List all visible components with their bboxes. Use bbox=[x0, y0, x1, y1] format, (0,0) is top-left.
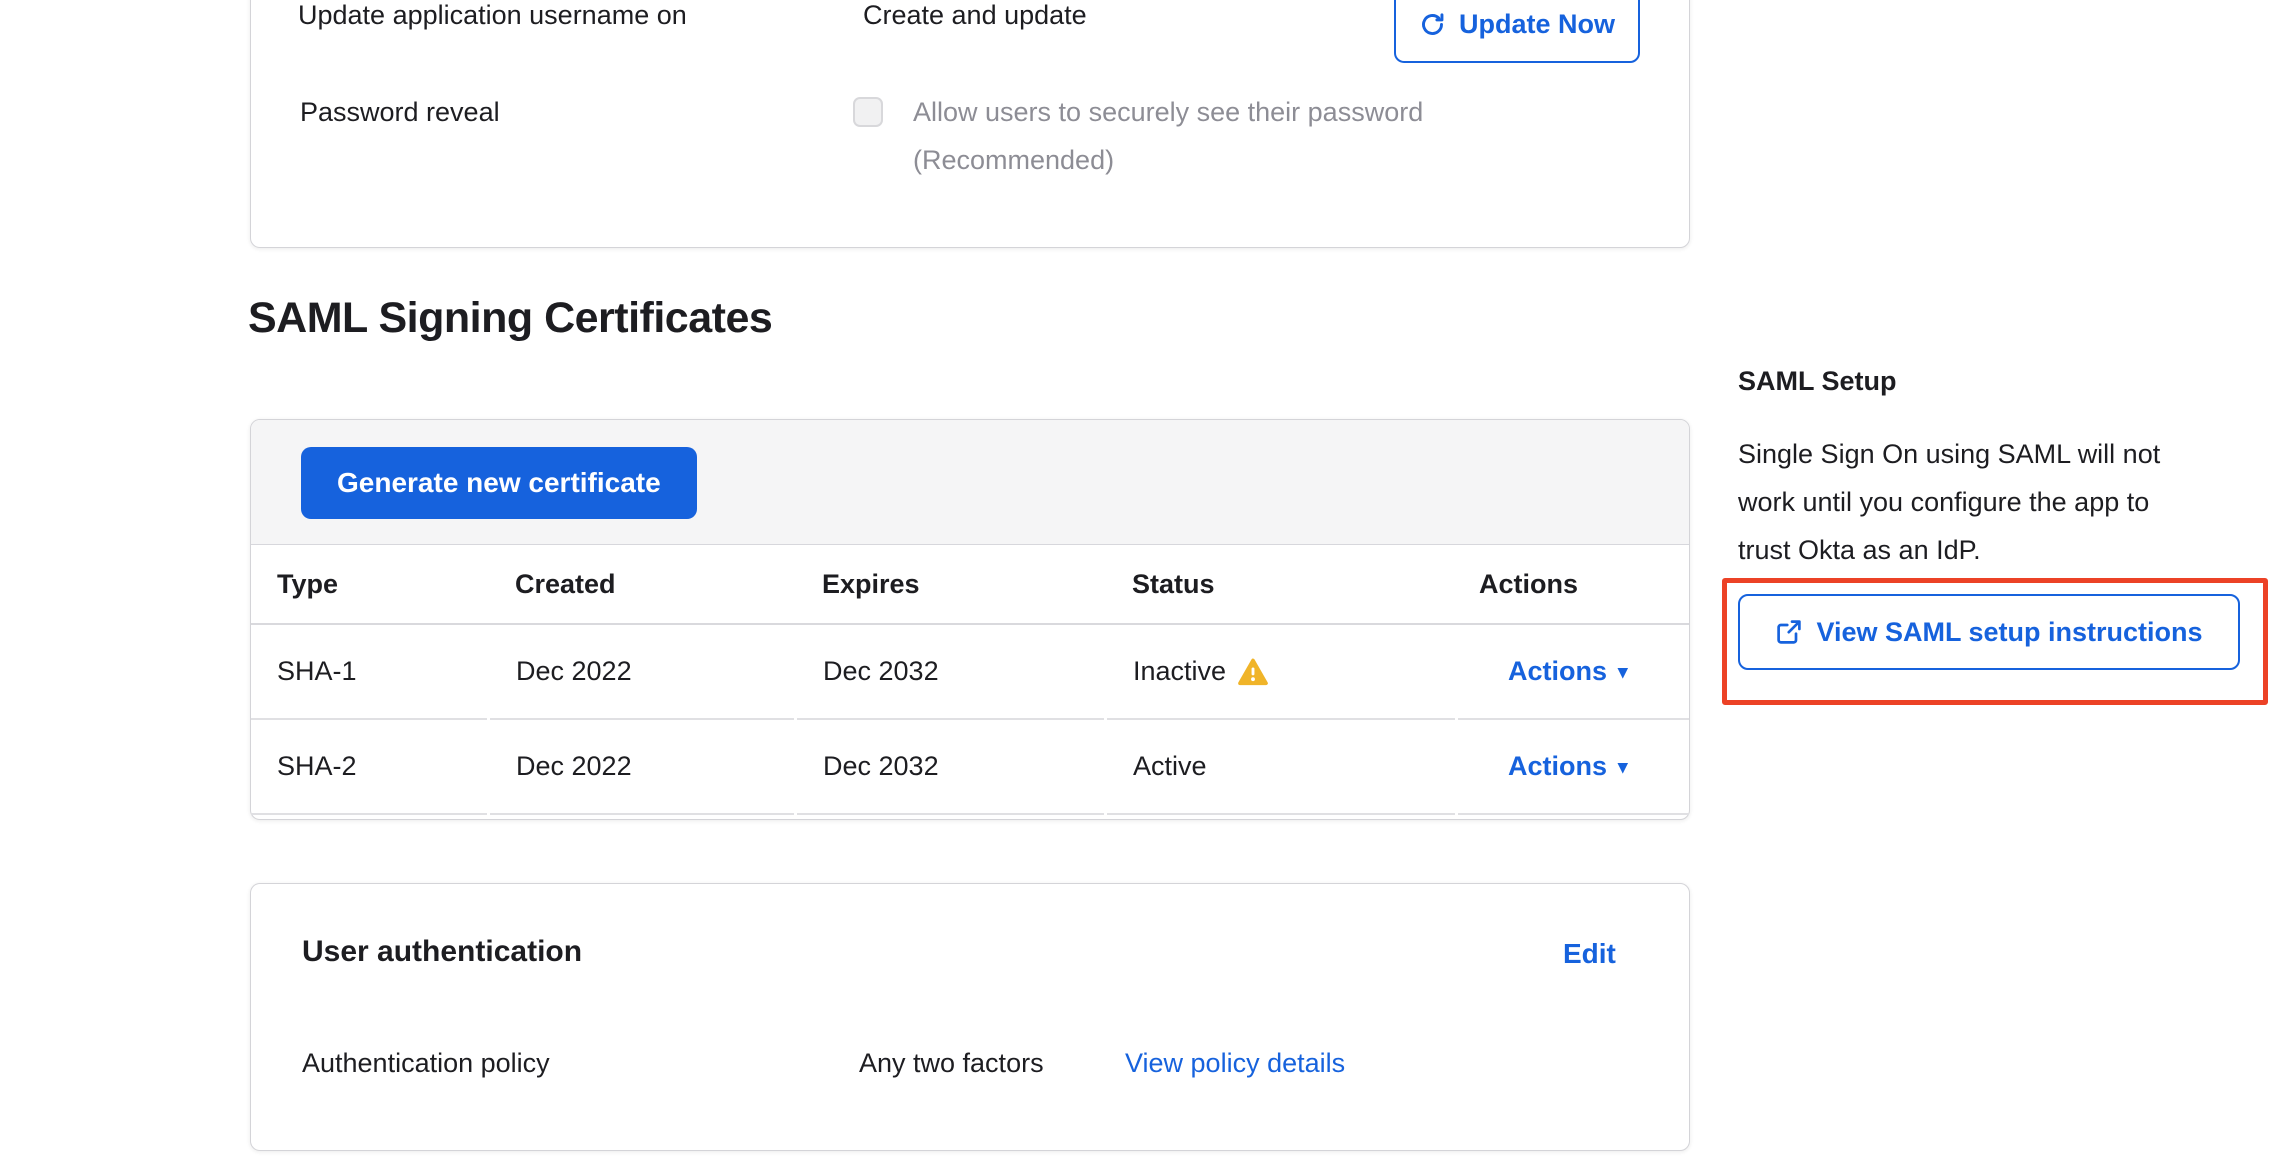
column-header-expires: Expires bbox=[796, 569, 1106, 600]
page: Update application username on Create an… bbox=[0, 0, 2279, 1158]
column-header-status: Status bbox=[1106, 569, 1457, 600]
cert-actions-cell: Actions ▾ bbox=[1458, 625, 1689, 720]
update-now-button[interactable]: Update Now bbox=[1394, 0, 1640, 63]
chevron-down-icon: ▾ bbox=[1618, 661, 1628, 684]
cert-type-cell: SHA-2 bbox=[251, 720, 487, 815]
description-line: trust Okta as an IdP. bbox=[1738, 526, 2279, 574]
table-row: SHA-2 Dec 2022 Dec 2032 Active Actions ▾ bbox=[251, 720, 1689, 815]
saml-certificates-panel: Generate new certificate Type Created Ex… bbox=[250, 419, 1690, 820]
status-text: Inactive bbox=[1133, 656, 1226, 687]
actions-label: Actions bbox=[1508, 656, 1607, 687]
password-reveal-recommended-label: (Recommended) bbox=[913, 143, 1114, 177]
password-reveal-checkbox-label: Allow users to securely see their passwo… bbox=[913, 95, 1423, 129]
cert-status-cell: Active bbox=[1107, 720, 1455, 815]
view-policy-details-link[interactable]: View policy details bbox=[1125, 1046, 1345, 1080]
column-header-actions: Actions bbox=[1457, 569, 1689, 600]
column-header-created: Created bbox=[489, 569, 796, 600]
view-saml-instructions-label: View SAML setup instructions bbox=[1816, 617, 2202, 648]
username-update-value: Create and update bbox=[863, 0, 1087, 32]
authentication-policy-value: Any two factors bbox=[859, 1046, 1044, 1080]
edit-link[interactable]: Edit bbox=[1563, 938, 1616, 970]
actions-dropdown[interactable]: Actions ▾ bbox=[1508, 656, 1628, 687]
cert-type-cell: SHA-1 bbox=[251, 625, 487, 720]
cert-status-cell: Inactive bbox=[1107, 625, 1455, 720]
cert-actions-cell: Actions ▾ bbox=[1458, 720, 1689, 815]
user-authentication-title: User authentication bbox=[302, 935, 582, 969]
cert-expires-cell: Dec 2032 bbox=[797, 625, 1104, 720]
password-reveal-label: Password reveal bbox=[300, 95, 500, 129]
authentication-policy-label: Authentication policy bbox=[302, 1046, 550, 1080]
external-link-icon bbox=[1775, 618, 1803, 646]
status-text: Active bbox=[1133, 751, 1207, 782]
page-title: SAML Signing Certificates bbox=[248, 294, 772, 343]
view-saml-instructions-button[interactable]: View SAML setup instructions bbox=[1738, 594, 2240, 670]
saml-setup-description: Single Sign On using SAML will not work … bbox=[1738, 430, 2279, 574]
actions-dropdown[interactable]: Actions ▾ bbox=[1508, 751, 1628, 782]
generate-certificate-button[interactable]: Generate new certificate bbox=[301, 447, 697, 519]
description-line: work until you configure the app to bbox=[1738, 478, 2279, 526]
password-reveal-checkbox[interactable] bbox=[853, 97, 883, 127]
warning-icon bbox=[1238, 658, 1268, 686]
saml-setup-title: SAML Setup bbox=[1738, 366, 1897, 397]
table-row: SHA-1 Dec 2022 Dec 2032 Inactive Actions… bbox=[251, 625, 1689, 720]
refresh-icon bbox=[1419, 11, 1446, 38]
description-line: Single Sign On using SAML will not bbox=[1738, 430, 2279, 478]
actions-label: Actions bbox=[1508, 751, 1607, 782]
update-now-label: Update Now bbox=[1459, 9, 1615, 40]
certificates-table-header: Type Created Expires Status Actions bbox=[251, 545, 1689, 625]
user-authentication-panel: User authentication Edit Authentication … bbox=[250, 883, 1690, 1151]
cert-expires-cell: Dec 2032 bbox=[797, 720, 1104, 815]
app-settings-panel: Update application username on Create an… bbox=[250, 0, 1690, 248]
username-update-label: Update application username on bbox=[298, 0, 687, 32]
cert-created-cell: Dec 2022 bbox=[490, 625, 794, 720]
column-header-type: Type bbox=[251, 569, 489, 600]
certificates-toolbar: Generate new certificate bbox=[251, 420, 1689, 545]
cert-created-cell: Dec 2022 bbox=[490, 720, 794, 815]
chevron-down-icon: ▾ bbox=[1618, 756, 1628, 779]
